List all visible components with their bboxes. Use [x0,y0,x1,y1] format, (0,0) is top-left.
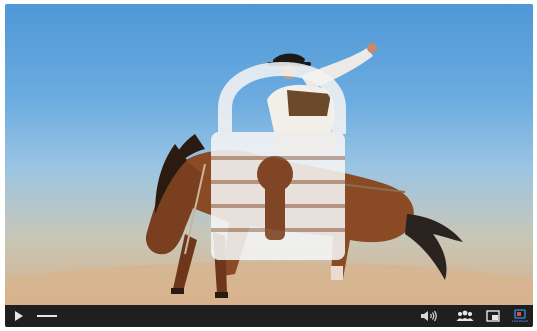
control-bar: Live Event [5,305,533,327]
volume-icon [421,310,437,322]
video-scene [5,43,533,305]
picture-in-picture-icon [486,310,500,322]
volume-button[interactable] [418,305,440,327]
progress-bar[interactable] [37,305,59,327]
video-frame[interactable] [5,4,533,305]
cast-label: Live Event [512,319,528,323]
participants-button[interactable] [454,305,476,327]
play-button[interactable] [9,305,29,327]
picture-in-picture-button[interactable] [482,305,504,327]
people-icon [456,310,474,321]
play-icon [15,311,23,321]
progress-track [37,315,57,317]
cast-icon [514,309,526,319]
video-player[interactable]: Live Event [5,4,533,327]
cast-button[interactable]: Live Event [508,305,532,327]
